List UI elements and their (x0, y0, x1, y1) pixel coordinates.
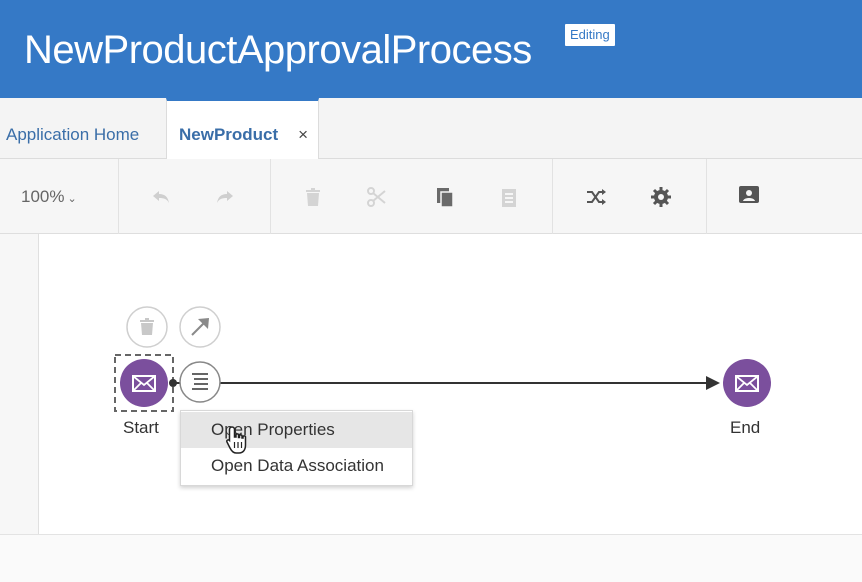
delete-action-icon[interactable] (126, 306, 168, 348)
toolbar: 100% ⌄ (0, 159, 862, 234)
toolbar-divider (706, 159, 707, 234)
user-card-icon[interactable] (736, 181, 762, 207)
toolbar-divider (552, 159, 553, 234)
paste-icon[interactable] (496, 184, 522, 210)
gear-icon[interactable] (648, 184, 674, 210)
copy-icon[interactable] (432, 184, 458, 210)
menu-list-icon[interactable] (179, 361, 221, 403)
sequence-flow[interactable] (174, 376, 720, 390)
redo-icon[interactable] (212, 184, 238, 210)
toolbar-divider (270, 159, 271, 234)
start-node[interactable] (120, 359, 168, 407)
menu-item-open-data-association[interactable]: Open Data Association (181, 448, 412, 484)
toolbar-divider (118, 159, 119, 234)
process-title: NewProductApprovalProcess (24, 28, 532, 72)
app-header: NewProductApprovalProcess Editing (0, 0, 862, 98)
tab-label: NewProduct (179, 125, 279, 144)
connect-arrow-icon[interactable] (179, 306, 221, 348)
context-menu: Open Properties Open Data Association (180, 410, 413, 486)
tab-application-home[interactable]: Application Home (6, 98, 139, 159)
tab-newproduct[interactable]: NewProduct × (166, 98, 319, 160)
editing-badge: Editing (565, 24, 615, 46)
start-label: Start (123, 418, 159, 437)
shuffle-icon[interactable] (583, 184, 609, 210)
tab-label: Application Home (6, 125, 140, 144)
end-label: End (730, 418, 761, 437)
zoom-value: 100% (21, 187, 65, 206)
end-node[interactable] (723, 359, 771, 407)
undo-icon[interactable] (148, 184, 174, 210)
hand-cursor-icon (226, 426, 247, 454)
tab-bar: Application Home NewProduct × (0, 98, 862, 160)
chevron-down-icon: ⌄ (67, 193, 77, 205)
cut-icon[interactable] (364, 184, 390, 210)
menu-item-open-properties[interactable]: Open Properties (181, 412, 412, 448)
diagram-layer (114, 306, 771, 412)
connection-handle[interactable] (169, 379, 177, 387)
zoom-select[interactable]: 100% ⌄ (21, 187, 77, 207)
delete-icon[interactable] (300, 184, 326, 210)
